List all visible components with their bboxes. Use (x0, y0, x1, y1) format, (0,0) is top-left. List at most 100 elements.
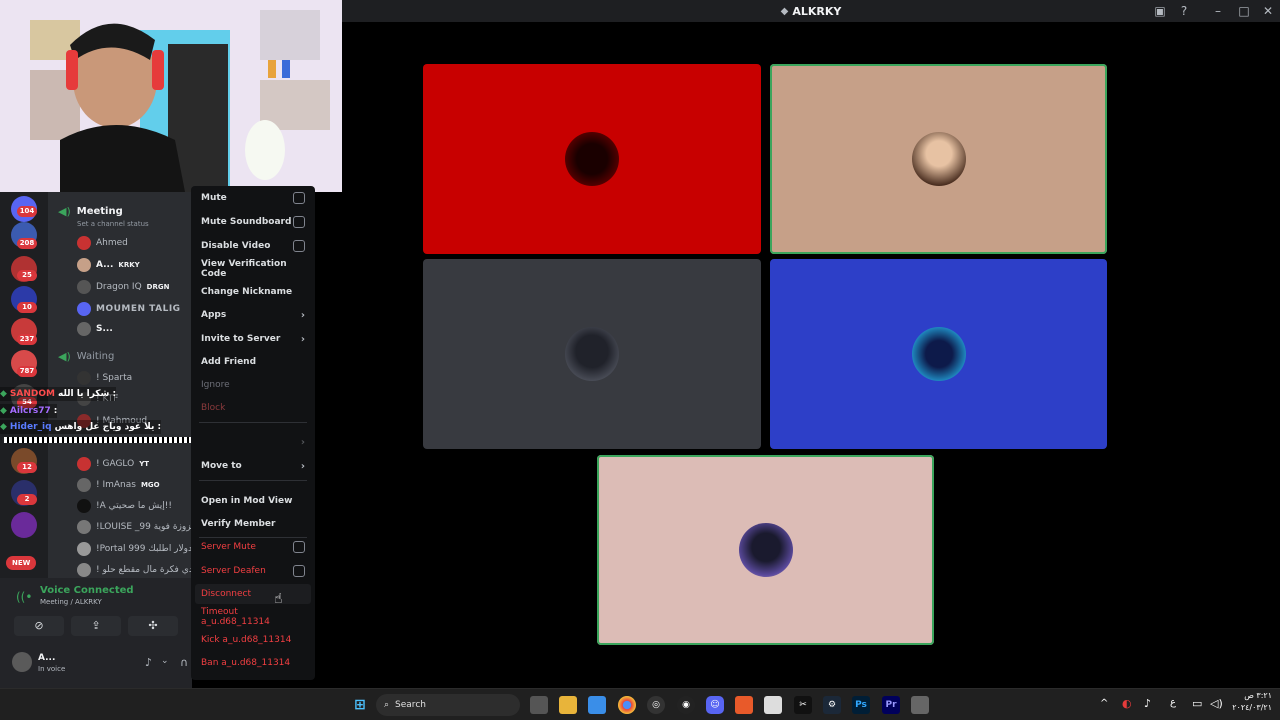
inbox-icon[interactable]: ▣ (1152, 3, 1168, 19)
windows-start-icon[interactable]: ⊞ (351, 696, 369, 714)
menu-item-change-nickname[interactable]: Change Nickname (201, 282, 305, 302)
chatgpt-icon[interactable]: ◎ (647, 696, 665, 714)
member-row[interactable]: S... (77, 320, 113, 338)
menu-item-block[interactable]: Block (201, 398, 305, 418)
task-view-icon[interactable] (530, 696, 548, 714)
menu-item-server-deafen[interactable]: Server Deafen (201, 561, 305, 581)
voice-location[interactable]: Meeting / ALKRKY (40, 598, 102, 606)
channel-status[interactable]: Set a channel status (77, 220, 149, 228)
obs-icon[interactable]: ◉ (677, 696, 695, 714)
menu-item-obscured[interactable]: › (201, 432, 305, 452)
member-row[interactable]: ! عندي فكرة مال مقطع حلو (77, 561, 192, 578)
tray-app-icon[interactable]: ◐ (1122, 697, 1132, 710)
network-icon[interactable]: ▭ (1192, 697, 1202, 710)
member-row[interactable]: ! Sparta (77, 369, 132, 387)
menu-item-view-verification-code[interactable]: View Verification Code (201, 259, 305, 279)
avatar (77, 236, 91, 250)
help-icon[interactable]: ? (1176, 3, 1192, 19)
checkbox[interactable] (293, 216, 305, 228)
tile-pink[interactable] (597, 455, 934, 645)
menu-item-open-in-mod-view[interactable]: Open in Mod View (201, 491, 305, 511)
member-row[interactable]: Ahmed (77, 234, 128, 252)
member-row[interactable]: Dragon IQ DRGN (77, 278, 169, 296)
clock-date[interactable]: ٢٠٢٤/٠٣/٢١ (1218, 703, 1272, 712)
mention-badge: 787 (17, 366, 37, 377)
menu-item-server-mute[interactable]: Server Mute (201, 537, 305, 557)
server-icon[interactable] (11, 512, 37, 538)
chrome-icon[interactable] (618, 696, 636, 714)
member-row[interactable]: !LOUISE _99 حزوزة فوية (77, 518, 192, 536)
channel-name: Meeting (76, 205, 123, 217)
menu-label: View Verification Code (201, 259, 287, 279)
chat-message: ◆ Ailcrs77 : (0, 404, 58, 418)
member-row[interactable]: ! GAGLO YT (77, 455, 149, 473)
menu-label: Disconnect (201, 589, 251, 599)
tile-blue[interactable] (770, 259, 1107, 449)
discord-icon[interactable]: ☺ (706, 696, 724, 714)
channel-waiting[interactable]: ◀) Waiting (58, 346, 192, 366)
mic-icon[interactable]: ♪ (1144, 697, 1151, 710)
photoshop-icon[interactable]: Ps (852, 696, 870, 714)
menu-item-invite-to-server[interactable]: Invite to Server › (201, 329, 305, 349)
minimize-icon[interactable]: – (1210, 3, 1226, 19)
chevron-down-icon[interactable]: ⌄ (161, 656, 169, 666)
menu-item-mute[interactable]: Mute (201, 188, 305, 208)
menu-item-verify-member[interactable]: Verify Member (201, 514, 305, 534)
menu-item-mute-soundboard[interactable]: Mute Soundboard (201, 212, 305, 232)
menu-item-move-to[interactable]: Move to › (201, 456, 305, 476)
close-icon[interactable]: ✕ (1260, 3, 1276, 19)
search-placeholder: Search (395, 700, 426, 710)
capcut-icon[interactable]: ✂ (794, 696, 812, 714)
language-indicator[interactable]: ع (1170, 697, 1176, 708)
menu-item-ignore[interactable]: Ignore (201, 375, 305, 395)
menu-item-timeout[interactable]: Timeout a_u.d68_11314 (201, 607, 305, 627)
premiere-icon[interactable]: Pr (882, 696, 900, 714)
member-row[interactable]: A... KRKY (77, 256, 140, 274)
checkbox[interactable] (293, 240, 305, 252)
chevron-up-icon[interactable]: ^ (1100, 698, 1108, 709)
member-name: !A إيش ما صحيتي!! (96, 501, 173, 511)
avatar[interactable] (12, 652, 32, 672)
app-icon[interactable] (911, 696, 929, 714)
avatar (77, 478, 91, 492)
menu-label: Verify Member (201, 519, 276, 529)
member-name: S... (96, 324, 113, 334)
tile-tan[interactable] (770, 64, 1107, 254)
menu-item-disconnect[interactable]: Disconnect (195, 584, 311, 604)
avatar (77, 457, 91, 471)
screen-share-button[interactable]: ⇪ (71, 616, 121, 636)
menu-item-add-friend[interactable]: Add Friend (201, 352, 305, 372)
member-row[interactable]: MOUMEN TALIG (77, 300, 181, 318)
tile-gray[interactable] (423, 259, 761, 449)
headphones-icon[interactable]: ∩ (180, 656, 188, 669)
voice-status[interactable]: Voice Connected (40, 585, 134, 596)
menu-item-disable-video[interactable]: Disable Video (201, 236, 305, 256)
brave-icon[interactable] (735, 696, 753, 714)
menu-item-ban[interactable]: Ban a_u.d68_11314 (201, 653, 305, 673)
member-row[interactable]: !Portal 999 دولار اطلبك (77, 540, 192, 558)
taskbar-search[interactable]: ⌕ Search (376, 694, 520, 716)
member-row[interactable]: ! ImAnas MGO (77, 476, 160, 494)
store-icon[interactable] (588, 696, 606, 714)
camera-off-button[interactable]: ⊘ (14, 616, 64, 636)
menu-item-apps[interactable]: Apps › (201, 305, 305, 325)
channel-meeting[interactable]: ◀) Meeting (58, 201, 192, 221)
mic-icon[interactable]: ♪ (145, 656, 152, 669)
menu-item-kick[interactable]: Kick a_u.d68_11314 (201, 630, 305, 650)
tile-red[interactable] (423, 64, 761, 254)
clock-time[interactable]: ٣:٢١ ص (1228, 691, 1272, 700)
file-explorer-icon[interactable] (559, 696, 577, 714)
mention-badge: 208 (17, 238, 37, 249)
checkbox[interactable] (293, 565, 305, 577)
steam-icon[interactable]: ⚙ (823, 696, 841, 714)
activities-button[interactable]: ✣ (128, 616, 178, 636)
server-icon: ◆ (780, 5, 789, 17)
channel-name: Waiting (76, 350, 115, 362)
signal-icon: ((• (16, 590, 33, 604)
checkbox[interactable] (293, 192, 305, 204)
new-badge[interactable]: NEW (6, 556, 37, 570)
maximize-icon[interactable]: □ (1236, 3, 1252, 19)
notepad-icon[interactable] (764, 696, 782, 714)
checkbox[interactable] (293, 541, 305, 553)
member-row[interactable]: !A إيش ما صحيتي!! (77, 497, 172, 515)
